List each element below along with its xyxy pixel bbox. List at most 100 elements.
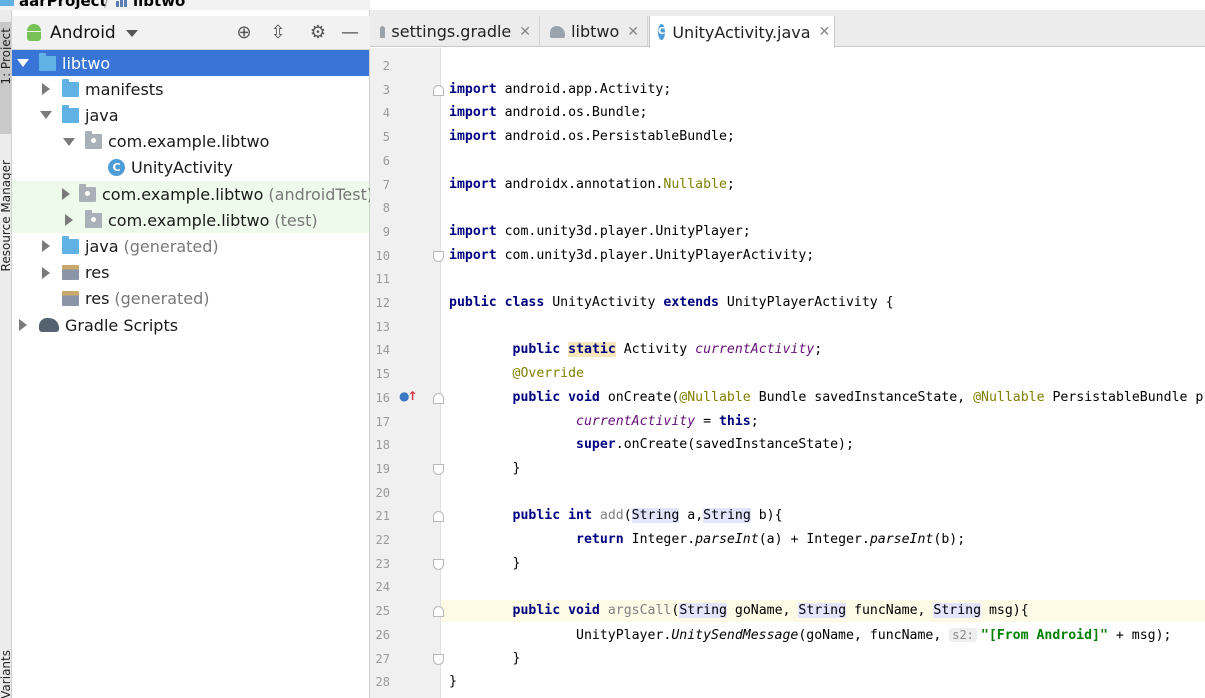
fold-marker-icon[interactable] <box>433 250 444 262</box>
fold-marker-icon[interactable] <box>433 84 444 96</box>
editor-tab-label: settings.gradle <box>391 22 512 41</box>
tree-item-label: res <box>85 263 110 283</box>
gradle-icon <box>550 25 566 38</box>
tree-item[interactable]: C UnityActivity <box>12 155 369 181</box>
line-number: 20 <box>375 485 390 500</box>
code-line: import android.os.PersistableBundle; <box>449 129 735 145</box>
code-editor[interactable]: 2 3 4 5 6 7 8 9 10 11 12 13 14 15 16 ●↑ 17 18 19 20 21 22 23 24… <box>370 48 1205 698</box>
chevron-right-icon[interactable] <box>62 213 76 227</box>
tree-item[interactable]: libtwo <box>12 50 369 76</box>
package-icon <box>85 209 102 228</box>
breadcrumb: aarProject / libtwo <box>0 0 370 10</box>
tree-item-label: Gradle Scripts <box>65 315 179 335</box>
editor-tab-label: UnityActivity.java <box>672 22 811 42</box>
collapse-all-icon[interactable]: ⇳ <box>268 23 288 43</box>
close-icon[interactable]: ✕ <box>627 24 639 40</box>
chevron-right-icon[interactable] <box>16 318 30 332</box>
android-icon <box>26 24 42 42</box>
code-line: return Integer.parseInt(a) + Integer.par… <box>576 532 966 547</box>
fold-marker-icon[interactable] <box>433 463 444 475</box>
folder-icon <box>62 78 79 97</box>
tree-item-label: com.example.libtwo <box>108 132 270 152</box>
line-number: 28 <box>375 675 390 690</box>
line-number: 16 <box>375 390 390 405</box>
line-number: 14 <box>375 343 390 358</box>
chevron-right-icon[interactable] <box>39 266 53 280</box>
line-number: 25 <box>375 604 390 619</box>
locate-file-icon[interactable]: ⊕ <box>234 23 254 43</box>
line-number: 11 <box>375 272 390 287</box>
code-line: import com.unity3d.player.UnityPlayer; <box>449 223 751 239</box>
project-toolbar: Android ⊕ ⇳ ⚙ — <box>12 16 370 50</box>
tree-item[interactable]: com.example.libtwo (test) <box>12 207 369 234</box>
view-mode-dropdown[interactable]: Android <box>26 23 138 43</box>
resource-manager-label[interactable]: Resource Manager <box>0 160 11 271</box>
folder-icon <box>0 0 14 10</box>
line-number: 13 <box>375 319 390 334</box>
line-number: 24 <box>375 580 390 595</box>
package-icon <box>79 183 96 202</box>
fold-marker-icon[interactable] <box>433 653 444 665</box>
fold-marker-icon[interactable] <box>433 392 444 404</box>
tree-item[interactable]: res <box>12 260 369 286</box>
chevron-down-icon[interactable] <box>62 135 76 149</box>
tree-item-suffix: (generated) <box>114 289 210 309</box>
line-number: 12 <box>375 296 390 310</box>
line-number: 7 <box>382 177 390 192</box>
tree-item[interactable]: java <box>12 102 369 128</box>
gradle-icon <box>380 25 386 38</box>
fold-marker-icon[interactable] <box>433 558 444 570</box>
generated-folder-icon <box>62 235 79 254</box>
code-line: public static Activity currentActivity; <box>512 342 823 358</box>
tree-item-suffix: (generated) <box>123 236 219 256</box>
chevron-down-icon[interactable] <box>16 56 30 70</box>
hide-panel-icon[interactable]: — <box>340 23 360 43</box>
tree-item-label: libtwo <box>62 53 111 73</box>
editor-tab[interactable]: C UnityActivity.java ✕ <box>649 16 835 48</box>
code-line: } <box>449 674 457 690</box>
code-line: import com.unity3d.player.UnityPlayerAct… <box>449 247 815 263</box>
code-line: public void argsCall(String goName, Stri… <box>512 603 1029 619</box>
res-folder-icon <box>62 265 79 281</box>
line-number: 19 <box>375 461 390 476</box>
tree-item[interactable]: java (generated) <box>12 233 369 259</box>
line-number: 27 <box>375 651 390 666</box>
code-line: public class UnityActivity extends Unity… <box>449 295 894 310</box>
close-icon[interactable]: ✕ <box>819 24 831 40</box>
editor-tab[interactable]: libtwo ✕ <box>542 16 648 47</box>
code-line: import androidx.annotation.Nullable; <box>449 176 735 192</box>
chevron-right-icon[interactable] <box>62 187 70 201</box>
breadcrumb-project[interactable]: aarProject <box>19 0 107 10</box>
tree-item[interactable]: manifests <box>12 76 369 102</box>
package-icon <box>85 131 102 150</box>
build-variants-label[interactable]: Variants <box>0 650 11 698</box>
chevron-right-icon[interactable] <box>39 82 53 96</box>
line-number: 8 <box>382 201 390 216</box>
chevron-right-icon[interactable] <box>39 239 53 253</box>
code-line: @Override <box>512 366 584 382</box>
tree-item[interactable]: com.example.libtwo <box>12 129 369 155</box>
res-folder-icon <box>62 291 79 307</box>
gear-icon[interactable]: ⚙ <box>308 23 328 43</box>
line-number: 4 <box>382 106 390 121</box>
override-marker-icon[interactable]: ●↑ <box>399 389 418 403</box>
line-number: 21 <box>375 509 390 524</box>
chevron-down-icon <box>125 29 138 37</box>
chevron-down-icon[interactable] <box>39 108 53 122</box>
fold-marker-icon[interactable] <box>433 606 444 618</box>
line-number: 6 <box>382 153 390 168</box>
code-line: UnityPlayer.UnitySendMessage(goName, fun… <box>449 627 1172 643</box>
tree-item-suffix: (androidTest) <box>268 184 374 204</box>
editor-tabs: settings.gradle ✕ libtwo ✕ C UnityActivity.ja… <box>370 10 1205 48</box>
line-number: 9 <box>382 224 390 239</box>
tree-item[interactable]: res (generated) <box>12 286 369 312</box>
editor-tab[interactable]: settings.gradle ✕ <box>372 16 540 47</box>
tree-item[interactable]: Gradle Scripts <box>12 312 369 338</box>
code-line: } <box>449 650 521 666</box>
breadcrumb-module[interactable]: libtwo <box>116 0 185 10</box>
tree-item[interactable]: com.example.libtwo (androidTest) <box>12 181 373 207</box>
close-icon[interactable]: ✕ <box>519 24 531 40</box>
fold-marker-icon[interactable] <box>433 511 444 523</box>
breadcrumb-separator: / <box>104 0 110 10</box>
project-tool-label[interactable]: 1: Project <box>0 28 11 85</box>
